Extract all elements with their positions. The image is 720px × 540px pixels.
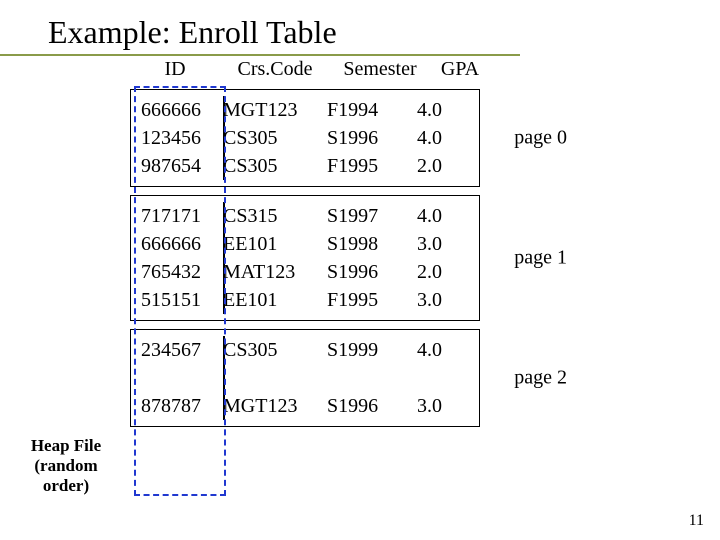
enroll-table: ID Crs.Code Semester GPA 666666 MGT123 F… xyxy=(130,58,490,427)
cell-id: 234567 xyxy=(133,336,219,364)
table-row: 987654 CS305 F1995 2.0 xyxy=(133,152,477,180)
table-row xyxy=(133,364,477,392)
page-1-label: page 1 xyxy=(514,247,567,270)
cell-crs: CS315 xyxy=(219,202,327,230)
header-crscode: Crs.Code xyxy=(220,58,330,81)
cell-crs: EE101 xyxy=(219,286,327,314)
cell-sem xyxy=(327,364,417,392)
slide-number: 11 xyxy=(689,512,704,530)
cell-gpa: 2.0 xyxy=(417,152,467,180)
id-column-divider xyxy=(223,96,225,180)
heap-file-line1: Heap File xyxy=(10,436,122,456)
cell-sem: F1994 xyxy=(327,96,417,124)
cell-sem: S1996 xyxy=(327,124,417,152)
cell-id: 717171 xyxy=(133,202,219,230)
table-row: 765432 MAT123 S1996 2.0 xyxy=(133,258,477,286)
cell-crs: CS305 xyxy=(219,124,327,152)
cell-id: 515151 xyxy=(133,286,219,314)
page-0-box: 666666 MGT123 F1994 4.0 123456 CS305 S19… xyxy=(130,89,480,187)
table-row: 666666 EE101 S1998 3.0 xyxy=(133,230,477,258)
cell-gpa: 3.0 xyxy=(417,392,467,420)
cell-gpa xyxy=(417,364,467,392)
cell-id xyxy=(133,364,219,392)
cell-id: 878787 xyxy=(133,392,219,420)
cell-id: 666666 xyxy=(133,230,219,258)
cell-id: 765432 xyxy=(133,258,219,286)
cell-sem: S1997 xyxy=(327,202,417,230)
cell-crs: MAT123 xyxy=(219,258,327,286)
cell-gpa: 4.0 xyxy=(417,96,467,124)
heap-file-label: Heap File (random order) xyxy=(10,436,122,496)
table-row: 717171 CS315 S1997 4.0 xyxy=(133,202,477,230)
cell-sem: S1998 xyxy=(327,230,417,258)
cell-gpa: 4.0 xyxy=(417,124,467,152)
cell-gpa: 4.0 xyxy=(417,202,467,230)
cell-sem: F1995 xyxy=(327,286,417,314)
id-column-divider xyxy=(223,202,225,314)
page-2-label: page 2 xyxy=(514,367,567,390)
cell-crs xyxy=(219,364,327,392)
table-row: 515151 EE101 F1995 3.0 xyxy=(133,286,477,314)
cell-id: 123456 xyxy=(133,124,219,152)
header-gpa: GPA xyxy=(430,58,490,81)
slide-title: Example: Enroll Table xyxy=(48,14,337,51)
cell-sem: S1999 xyxy=(327,336,417,364)
cell-id: 666666 xyxy=(133,96,219,124)
table-row: 878787 MGT123 S1996 3.0 xyxy=(133,392,477,420)
table-row: 123456 CS305 S1996 4.0 xyxy=(133,124,477,152)
cell-crs: MGT123 xyxy=(219,392,327,420)
cell-gpa: 2.0 xyxy=(417,258,467,286)
cell-gpa: 3.0 xyxy=(417,230,467,258)
cell-crs: CS305 xyxy=(219,336,327,364)
heap-file-line2: (random order) xyxy=(10,456,122,496)
cell-crs: MGT123 xyxy=(219,96,327,124)
page-2-box: 234567 CS305 S1999 4.0 878787 MGT123 S19… xyxy=(130,329,480,427)
table-row: 666666 MGT123 F1994 4.0 xyxy=(133,96,477,124)
id-column-divider xyxy=(223,336,225,420)
header-id: ID xyxy=(130,58,220,81)
cell-id: 987654 xyxy=(133,152,219,180)
header-semester: Semester xyxy=(330,58,430,81)
page-0-label: page 0 xyxy=(514,127,567,150)
cell-crs: CS305 xyxy=(219,152,327,180)
title-underline xyxy=(0,54,520,56)
page-1-box: 717171 CS315 S1997 4.0 666666 EE101 S199… xyxy=(130,195,480,321)
cell-sem: S1996 xyxy=(327,392,417,420)
cell-gpa: 3.0 xyxy=(417,286,467,314)
column-headers: ID Crs.Code Semester GPA xyxy=(130,58,490,81)
cell-sem: F1995 xyxy=(327,152,417,180)
cell-sem: S1996 xyxy=(327,258,417,286)
cell-crs: EE101 xyxy=(219,230,327,258)
cell-gpa: 4.0 xyxy=(417,336,467,364)
table-row: 234567 CS305 S1999 4.0 xyxy=(133,336,477,364)
